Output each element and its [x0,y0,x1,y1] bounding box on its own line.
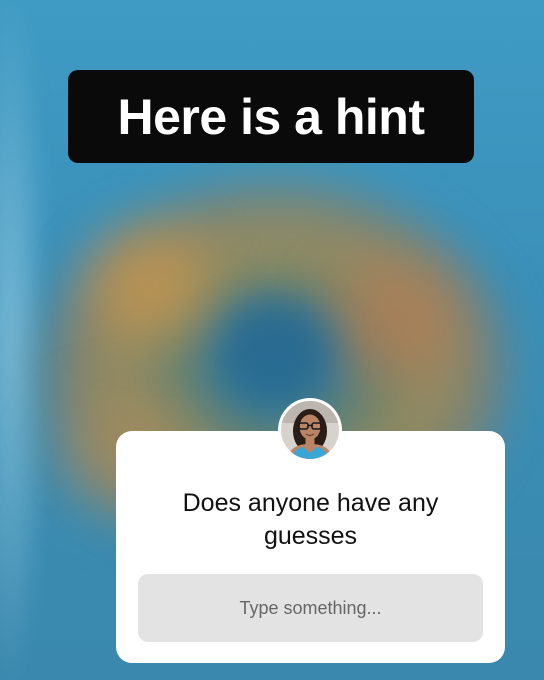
answer-input[interactable]: Type something... [138,574,483,642]
blurred-image-patch [330,260,460,380]
hint-text: Here is a hint [117,88,426,145]
hint-banner: Here is a hint [68,70,474,163]
blurred-image-patch [90,230,210,340]
profile-avatar-icon [278,398,342,462]
question-sticker[interactable]: Does anyone have any guesses Type someth… [116,431,505,663]
blurred-image-patch [220,300,330,400]
question-text: Does anyone have any guesses [182,489,439,550]
